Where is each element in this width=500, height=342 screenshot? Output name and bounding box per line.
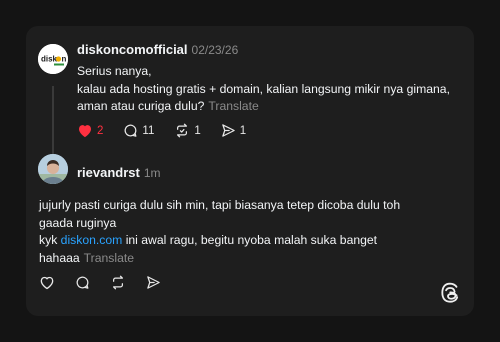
share-icon [147, 276, 160, 289]
repost-count: 1 [194, 124, 201, 137]
share-button[interactable]: 1 [221, 123, 246, 138]
avatar-rievandrst[interactable] [38, 154, 68, 184]
avatar-diskoncom[interactable]: disk n [38, 44, 68, 74]
heart-icon [79, 125, 91, 138]
post-translate-link[interactable]: Translate [208, 99, 258, 113]
reply-line-4: hahaaa Translate [39, 250, 135, 265]
post-line-3: aman atau curiga dulu? Translate [77, 99, 259, 113]
reply-line-1: jujurly pasti curiga dulu sih min, tapi … [39, 198, 401, 212]
reply-share-button[interactable] [146, 275, 161, 290]
like-button[interactable]: 2 [77, 123, 103, 138]
post-line-1: Serius nanya, [77, 64, 152, 78]
repost-icon [177, 123, 188, 138]
reply-count: 11 [142, 124, 155, 137]
reply-actions [39, 275, 181, 290]
repost-icon [113, 275, 123, 290]
post-author[interactable]: diskoncomofficial [77, 42, 188, 57]
svg-text:disk: disk [41, 55, 58, 64]
post-header: diskoncomofficial 02/23/26 [77, 42, 238, 57]
post-body: Serius nanya, kalau ada hosting gratis +… [77, 63, 450, 116]
reply-body: jujurly pasti curiga dulu sih min, tapi … [39, 197, 400, 267]
share-icon [222, 124, 235, 137]
post-line-2: kalau ada hosting gratis + domain, kalia… [77, 81, 450, 96]
reply-button[interactable]: 11 [123, 123, 154, 138]
reply-like-button[interactable] [39, 275, 55, 290]
heart-icon [40, 276, 54, 290]
reply-line-2: gaada ruginya [39, 215, 117, 230]
reply-repost-button[interactable] [110, 275, 126, 290]
like-count: 2 [97, 124, 104, 137]
reply-author[interactable]: rievandrst [77, 165, 140, 180]
reply-translate-link[interactable]: Translate [84, 251, 134, 265]
share-count: 1 [239, 124, 247, 137]
comment-icon [76, 276, 89, 289]
diskon-link[interactable]: diskon.com [61, 233, 123, 247]
threads-logo-icon[interactable] [440, 282, 460, 309]
comment-icon [124, 124, 137, 137]
reply-header: rievandrst 1m [77, 165, 161, 180]
reply-reply-button[interactable] [75, 275, 90, 290]
reply-time[interactable]: 1m [144, 166, 161, 180]
repost-button[interactable]: 1 [174, 123, 201, 138]
post-date[interactable]: 02/23/26 [192, 43, 239, 57]
reply-line-3: kyk diskon.com ini awal ragu, begitu nyo… [39, 233, 378, 247]
svg-text:n: n [62, 55, 67, 64]
post-actions: 2 11 1 1 [77, 123, 266, 138]
threads-card: disk n diskoncomofficial 02/23/26 Serius… [26, 26, 474, 316]
